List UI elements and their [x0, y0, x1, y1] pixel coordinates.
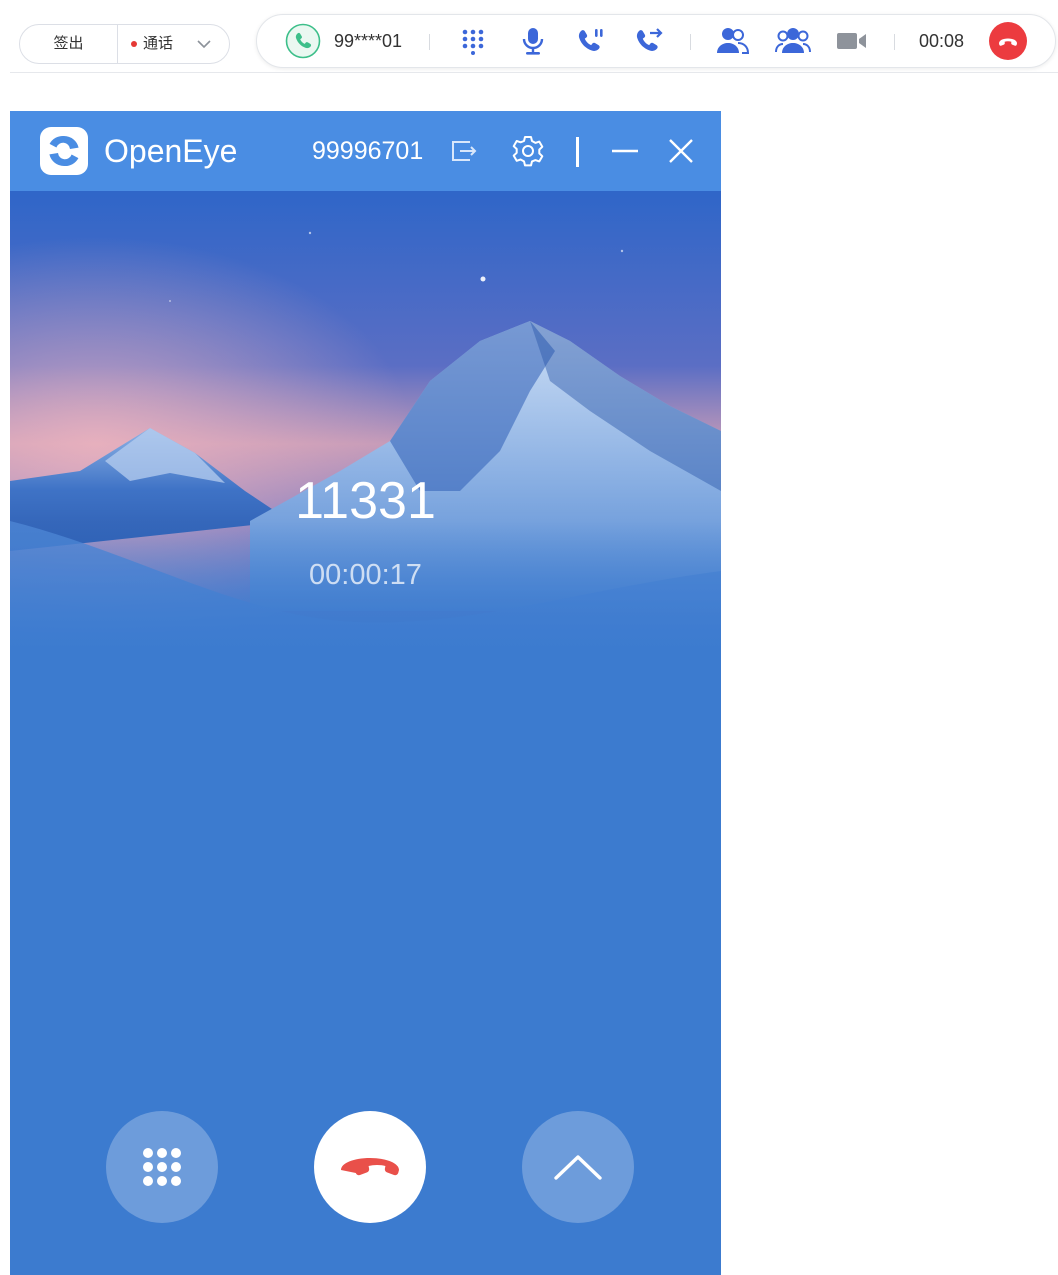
microphone-icon [522, 28, 544, 55]
hangup-icon [341, 1158, 399, 1176]
end-call-button[interactable] [314, 1111, 426, 1223]
dialpad-icon [143, 1148, 181, 1186]
settings-icon [512, 136, 544, 167]
video-button[interactable] [835, 15, 869, 67]
transfer-button[interactable] [633, 15, 665, 67]
callee-number: 11331 [295, 472, 436, 530]
minimize-icon [612, 149, 638, 153]
consult-icon [717, 28, 750, 54]
agent-status-label: 通话 [143, 35, 174, 52]
conference-icon [775, 28, 811, 53]
close-button[interactable] [663, 133, 699, 169]
keypad-button[interactable] [106, 1111, 218, 1223]
agent-status-dropdown[interactable]: 通话 [118, 25, 230, 63]
close-icon [669, 139, 693, 163]
signout-button[interactable]: 签出 [20, 25, 117, 63]
toolbar-divider [10, 72, 1058, 73]
hold-button[interactable] [575, 15, 607, 67]
consult-button[interactable] [716, 15, 750, 67]
window-titlebar: OpenEye 99996701 [10, 111, 721, 191]
account-number: 99996701 [312, 137, 424, 165]
call-transfer-icon [636, 28, 663, 51]
video-icon [837, 33, 866, 49]
logout-icon [452, 141, 477, 161]
conference-button[interactable] [775, 15, 811, 67]
openeye-window: OpenEye 99996701 11331 00:00:17 [10, 111, 721, 1275]
call-duration: 00:00:17 [309, 559, 422, 591]
app-title: OpenEye [104, 133, 238, 169]
phone-icon [285, 15, 321, 67]
hangup-icon [989, 22, 1027, 60]
divider [690, 34, 691, 50]
call-elapsed-time: 00:08 [919, 31, 965, 51]
dialpad-button[interactable] [457, 15, 489, 67]
logout-button[interactable] [446, 133, 482, 169]
dialpad-icon [462, 29, 484, 55]
call-hold-icon [578, 29, 603, 51]
caller-number: 99****01 [334, 31, 403, 51]
hangup-button[interactable] [988, 15, 1028, 67]
chevron-down-icon [197, 40, 211, 49]
divider [429, 34, 430, 50]
agent-status-control: 签出 通话 [19, 24, 230, 64]
call-control-bar: 99****01 00:08 [256, 14, 1056, 68]
expand-panel-button[interactable] [522, 1111, 634, 1223]
titlebar-divider [576, 137, 579, 167]
mute-button[interactable] [517, 15, 549, 67]
status-indicator-dot [131, 41, 137, 47]
openeye-logo-icon [40, 127, 88, 175]
chevron-up-icon [554, 1155, 602, 1180]
divider [894, 34, 895, 50]
settings-button[interactable] [510, 133, 546, 169]
minimize-button[interactable] [607, 133, 643, 169]
softphone-toolbar: 签出 通话 99****01 00:08 [0, 0, 1058, 74]
